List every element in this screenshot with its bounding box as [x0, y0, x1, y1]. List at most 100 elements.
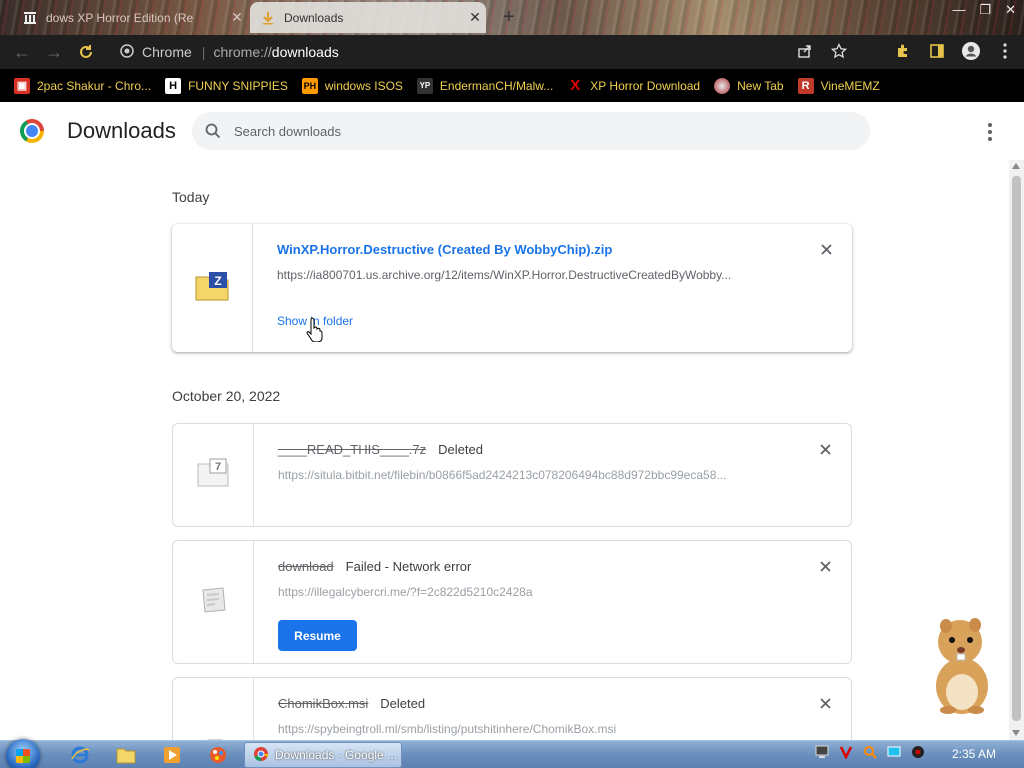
file-url[interactable]: https://ia800701.us.archive.org/12/items…	[277, 268, 777, 282]
bookmark-label: XP Horror Download	[590, 78, 701, 93]
restore-icon[interactable]: ❐	[979, 2, 991, 18]
download-status: Deleted	[438, 442, 483, 457]
ph-logo-icon: PH	[301, 77, 318, 94]
windows-taskbar: Downloads - Google ... 2:35 AM	[0, 739, 1024, 768]
bookmark-item[interactable]: YP EndermanCH/Malw...	[416, 77, 554, 94]
bookmark-label: EndermanCH/Malw...	[439, 78, 554, 93]
hamster-pet-icon[interactable]	[920, 612, 1010, 718]
tab-title: Downloads	[284, 10, 344, 25]
download-status: Deleted	[380, 696, 426, 711]
tab-title: dows XP Horror Edition (Re	[46, 10, 194, 25]
remove-from-list-icon[interactable]	[817, 558, 833, 574]
download-card: Z WinXP.Horror.Destructive (Created By W…	[172, 224, 852, 352]
bookmark-item[interactable]: H FUNNY SNIPPIES	[165, 77, 288, 94]
taskbar-chrome-window[interactable]: Downloads - Google ...	[244, 742, 402, 768]
file-name: ChomikBox.msi Deleted	[278, 696, 425, 711]
bookmark-label: windows ISOS	[324, 78, 403, 93]
back-icon[interactable]: ←	[6, 36, 38, 68]
resume-button[interactable]: Resume	[278, 620, 357, 651]
file-explorer-icon[interactable]	[106, 743, 146, 767]
file-icon-column: Z	[172, 224, 253, 352]
side-panel-icon[interactable]	[926, 40, 948, 62]
chrome-logo-icon	[20, 119, 44, 143]
downloads-header: Downloads Search downloads	[0, 102, 1024, 160]
display-tray-icon[interactable]	[886, 744, 902, 760]
failed-file-name: download	[278, 559, 334, 574]
file-name-link[interactable]: WinXP.Horror.Destructive (Created By Wob…	[277, 242, 612, 257]
download-icon	[260, 10, 276, 26]
taskbar-clock: 2:35 AM	[952, 747, 997, 761]
profile-avatar-icon[interactable]	[960, 40, 982, 62]
deleted-file-name: ChomikBox.msi	[278, 696, 369, 711]
file-name: WinXP.Horror.Destructive (Created By Wob…	[277, 242, 612, 257]
paint-app-icon[interactable]	[198, 743, 238, 767]
bookmark-star-icon[interactable]	[828, 40, 850, 62]
window-controls: — ❐ ✕	[952, 0, 1016, 18]
remove-from-list-icon[interactable]	[817, 441, 833, 457]
bookmark-item[interactable]: R VineMEMZ	[797, 77, 880, 94]
reload-icon[interactable]	[70, 36, 102, 68]
file-url[interactable]: https://situla.bitbit.net/filebin/b0866f…	[278, 468, 778, 482]
search-downloads-input[interactable]: Search downloads	[192, 112, 870, 150]
date-heading: Today	[172, 189, 210, 205]
download-card: download Failed - Network error https://i…	[172, 540, 852, 664]
url-scheme: chrome://	[213, 44, 272, 60]
yp-logo-icon: YP	[416, 77, 433, 94]
tab-downloads[interactable]: Downloads ✕	[250, 2, 486, 33]
scroll-down-arrow-icon[interactable]	[1012, 730, 1020, 736]
file-icon-column	[173, 678, 254, 740]
chrome-page-icon	[120, 43, 134, 61]
bookmark-label: 2pac Shakur - Chro...	[37, 78, 152, 93]
address-bar[interactable]: Chrome | chrome://downloads	[110, 38, 886, 66]
url-host: downloads	[271, 44, 339, 60]
archive-org-icon	[22, 10, 38, 26]
start-button[interactable]	[6, 739, 40, 768]
forward-icon[interactable]: →	[38, 36, 70, 68]
search-icon	[192, 123, 234, 139]
new-tab-button[interactable]: +	[498, 6, 520, 28]
letter-h-icon: H	[165, 77, 182, 94]
system-tray	[814, 744, 926, 760]
browser-toolbar: ← → Chrome | chrome://downloads	[0, 35, 1024, 69]
antivirus-tray-icon[interactable]	[838, 744, 854, 760]
bookmark-label: VineMEMZ	[820, 78, 880, 93]
bookmark-item[interactable]: X XP Horror Download	[567, 77, 701, 94]
deleted-file-name: ____READ_THIS____.7z	[278, 442, 427, 457]
remove-from-list-icon[interactable]	[818, 241, 834, 257]
toolbar-actions	[794, 40, 1016, 62]
file-url[interactable]: https://illegalcybercri.me/?f=2c822d5210…	[278, 585, 778, 599]
7z-file-icon: 7	[196, 458, 230, 493]
site-chip: Chrome	[142, 44, 192, 60]
download-card: 7 ____READ_THIS____.7z Deleted https://si…	[172, 423, 852, 527]
minimize-icon[interactable]: —	[952, 2, 965, 18]
file-name: download Failed - Network error	[278, 559, 471, 574]
scroll-up-arrow-icon[interactable]	[1012, 163, 1020, 169]
search-tray-icon[interactable]	[862, 744, 878, 760]
bookmarks-bar: ▣ 2pac Shakur - Chro... H FUNNY SNIPPIES…	[0, 69, 1024, 102]
extensions-puzzle-icon[interactable]	[892, 40, 914, 62]
tab-close-icon[interactable]: ✕	[226, 9, 248, 26]
tab-windows-xp-horror[interactable]: dows XP Horror Edition (Re ✕	[12, 2, 248, 33]
omnibox-separator: |	[201, 44, 206, 60]
remove-from-list-icon[interactable]	[817, 695, 833, 711]
tab-strip: dows XP Horror Edition (Re ✕ Downloads ✕…	[0, 0, 1024, 35]
share-icon[interactable]	[794, 40, 816, 62]
network-tray-icon[interactable]	[814, 744, 830, 760]
media-player-icon[interactable]	[152, 743, 192, 767]
close-window-icon[interactable]: ✕	[1005, 2, 1016, 18]
scrollbar-thumb[interactable]	[1012, 176, 1021, 721]
page-scrollbar[interactable]	[1009, 160, 1024, 740]
bookmark-item[interactable]: ▣ 2pac Shakur - Chro...	[14, 77, 152, 94]
internet-explorer-icon[interactable]	[60, 743, 100, 767]
bookmark-item[interactable]: PH windows ISOS	[301, 77, 403, 94]
tab-close-icon[interactable]: ✕	[464, 9, 486, 26]
bookmark-item[interactable]: New Tab	[714, 77, 784, 94]
bookmark-label: FUNNY SNIPPIES	[188, 78, 288, 93]
bookmark-label: New Tab	[737, 78, 784, 93]
letter-r-icon: R	[797, 77, 814, 94]
menu-kebab-icon[interactable]	[994, 40, 1016, 62]
file-url[interactable]: https://spybeingtroll.ml/smb/listing/put…	[278, 722, 778, 736]
more-actions-icon[interactable]	[980, 121, 1000, 143]
download-card: ChomikBox.msi Deleted https://spybeingtro…	[172, 677, 852, 740]
webcam-tray-icon[interactable]	[910, 744, 926, 760]
